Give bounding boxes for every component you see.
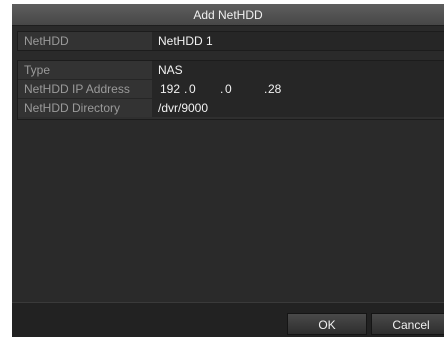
ip-octet-3[interactable]: 0 [225,80,232,98]
nethdd-row[interactable]: NetHDD NetHDD 1 [18,32,444,51]
ip-dot-2: . [220,82,224,96]
directory-row[interactable]: NetHDD Directory /dvr/9000 [18,99,444,118]
ip-dot-3: . [264,82,268,96]
type-label: Type [18,61,152,79]
nethdd-settings-panel: Type NAS NetHDD IP Address 192 . 0 . 0 .… [17,60,444,120]
dialog-footer: OK Cancel [12,302,444,337]
nethdd-select-panel: NetHDD NetHDD 1 [17,31,444,51]
nethdd-label: NetHDD [18,32,152,50]
dialog-title: Add NetHDD [193,8,263,22]
nethdd-select[interactable]: NetHDD 1 [152,32,444,50]
dialog-titlebar: Add NetHDD [12,4,444,26]
directory-label: NetHDD Directory [18,99,152,117]
type-select[interactable]: NAS [152,61,444,79]
ip-address-input[interactable]: 192 . 0 . 0 . 28 [152,80,444,98]
directory-input[interactable]: /dvr/9000 [152,99,444,117]
add-nethdd-dialog: Add NetHDD NetHDD NetHDD 1 Type NAS NetH… [12,4,444,337]
ip-address-label: NetHDD IP Address [18,80,152,98]
type-row[interactable]: Type NAS [18,61,444,80]
ip-address-row[interactable]: NetHDD IP Address 192 . 0 . 0 . 28 [18,80,444,99]
ip-octet-4[interactable]: 28 [268,80,281,98]
cancel-button[interactable]: Cancel [371,313,444,335]
ok-button[interactable]: OK [287,313,367,335]
ip-octet-1[interactable]: 192 [160,80,180,98]
ip-dot-1: . [184,82,188,96]
ip-octet-2[interactable]: 0 [189,80,196,98]
